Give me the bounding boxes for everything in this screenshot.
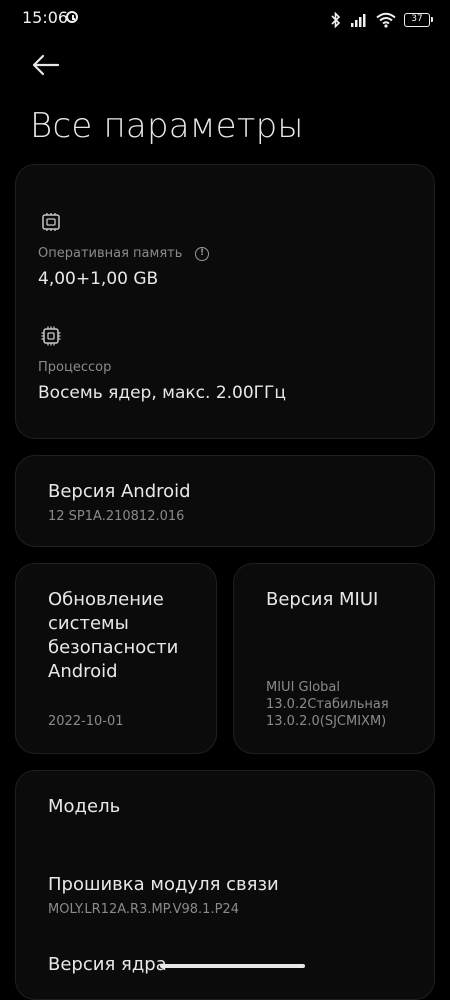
baseband-label[interactable]: Прошивка модуля связи — [48, 873, 279, 897]
ram-value: 4,00+1,00 GB — [38, 269, 159, 289]
processor-icon — [41, 326, 61, 346]
arrow-left-icon — [32, 54, 60, 76]
baseband-value: MOLY.LR12A.R3.MP.V98.1.P24 — [48, 902, 239, 917]
miui-value-line: MIUI Global — [266, 680, 341, 695]
security-update-card[interactable]: Обновление системы безопасности Android … — [15, 563, 217, 754]
android-version-card[interactable]: Версия Android 12 SP1A.210812.016 — [15, 455, 435, 547]
back-button[interactable] — [28, 50, 64, 80]
miui-version-card[interactable]: Версия MIUI MIUI Global 13.0.2Стабильная… — [233, 563, 435, 754]
chip-icon — [42, 213, 60, 231]
security-title-line: безопасности — [48, 637, 179, 658]
android-version-title: Версия Android — [48, 481, 191, 502]
status-bar: 15:06 37 — [0, 0, 450, 40]
battery-icon: 37 — [404, 13, 433, 27]
miui-version-title: Версия MIUI — [266, 589, 379, 610]
security-update-title: Обновление системы безопасности Android — [48, 588, 208, 684]
alarm-icon — [66, 11, 78, 23]
security-title-line: Android — [48, 661, 118, 682]
bluetooth-icon — [330, 11, 342, 29]
kernel-label[interactable]: Версия ядра — [48, 953, 167, 977]
home-indicator[interactable] — [160, 964, 305, 968]
miui-value-line: 13.0.2.0(SJCMIXM) — [266, 714, 387, 729]
security-title-line: Обновление — [48, 589, 164, 610]
info-icon[interactable]: ! — [195, 247, 209, 261]
security-update-value: 2022-10-01 — [48, 714, 124, 729]
status-time: 15:06 — [22, 8, 69, 27]
miui-value-line: 13.0.2Стабильная — [266, 697, 389, 712]
system-icons: 37 — [330, 10, 433, 30]
wifi-icon — [376, 12, 396, 28]
page-title: Все параметры — [30, 106, 304, 146]
android-version-value: 12 SP1A.210812.016 — [48, 509, 185, 524]
security-title-line: системы — [48, 613, 129, 634]
signal-icon — [350, 12, 368, 28]
cpu-label: Процессор — [38, 360, 112, 375]
model-label[interactable]: Модель — [48, 795, 120, 819]
cpu-value: Восемь ядер, макс. 2.00ГГц — [38, 383, 286, 403]
ram-label: Оперативная память — [38, 246, 183, 261]
miui-version-value: MIUI Global 13.0.2Стабильная 13.0.2.0(SJ… — [266, 679, 389, 730]
specs-card: Оперативная память ! 4,00+1,00 GB Процес… — [15, 164, 435, 439]
